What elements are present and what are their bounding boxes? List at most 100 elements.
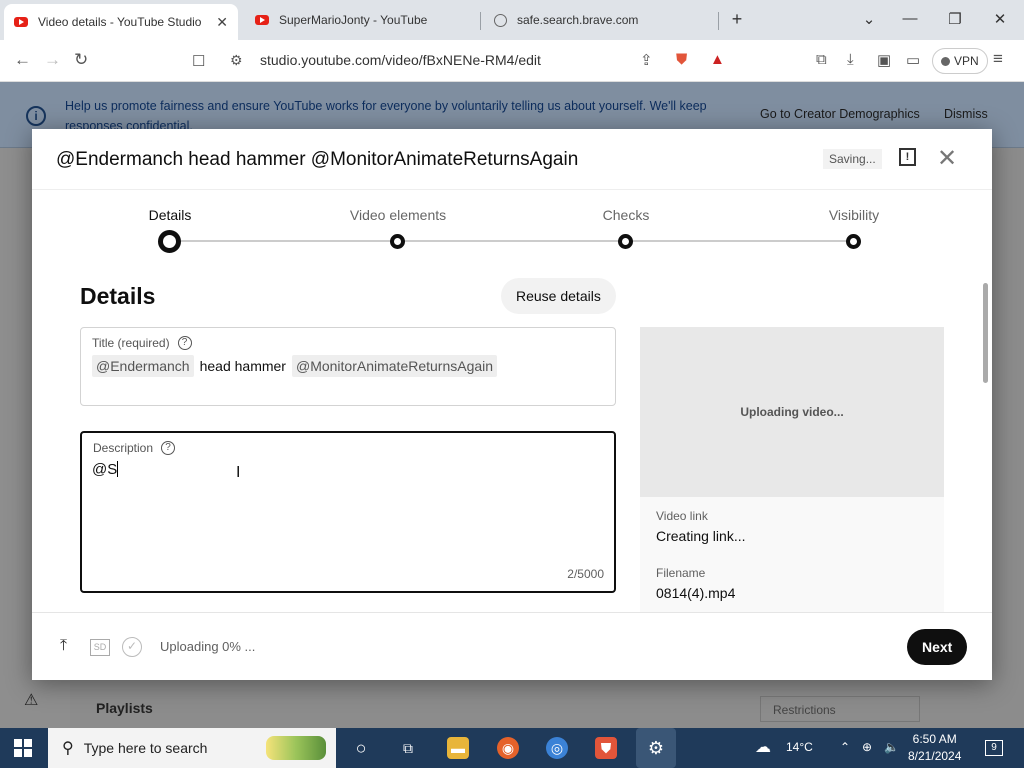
brave-shield-icon[interactable]: ⛊ [676, 51, 687, 68]
help-icon[interactable]: ? [161, 441, 176, 455]
vpn-button[interactable]: VPN [932, 48, 988, 74]
check-circle-icon: ✓ [122, 637, 142, 657]
notification-badge[interactable]: 9 [985, 740, 1003, 756]
dismiss-button[interactable]: Dismiss [944, 107, 988, 121]
extensions-icon[interactable]: ⧉ [816, 51, 827, 68]
volume-icon[interactable]: 🔈 [884, 740, 899, 754]
step-visibility-dot[interactable] [846, 234, 861, 249]
step-details-dot[interactable] [158, 230, 181, 253]
back-icon[interactable]: ← [14, 50, 31, 70]
video-link-value: Creating link... [656, 528, 746, 544]
upload-icon[interactable]: ⤒ [60, 637, 67, 655]
task-view-icon[interactable]: ⧉ [397, 737, 419, 759]
window-close-button[interactable]: ✕ [990, 10, 1010, 28]
wallet-icon[interactable]: ▭ [906, 51, 920, 69]
maximize-button[interactable]: ❐ [945, 10, 965, 28]
chrome-icon[interactable]: ◎ [546, 737, 568, 759]
download-icon[interactable]: ⤓ [847, 51, 854, 68]
reuse-details-button[interactable]: Reuse details [501, 278, 616, 314]
youtube-icon [255, 15, 269, 25]
brave-icon[interactable]: ⛊ [595, 737, 617, 759]
tray-chevron-icon[interactable]: ⌃ [840, 740, 850, 754]
feedback-icon[interactable]: ! [899, 148, 916, 166]
stepper-line [170, 240, 854, 242]
step-details-label[interactable]: Details [100, 207, 240, 223]
help-icon[interactable]: ? [177, 336, 192, 350]
text-cursor-icon: I [236, 464, 241, 481]
next-button[interactable]: Next [907, 629, 968, 665]
sidebar-icon[interactable]: ▣ [877, 51, 891, 69]
file-explorer-icon[interactable]: ▬ [447, 737, 469, 759]
title-input[interactable]: @Endermanch head hammer @MonitorAnimateR… [92, 355, 498, 377]
weather-icon[interactable]: ☁ [755, 737, 771, 757]
system-clock[interactable]: 6:50 AM 8/21/2024 [908, 731, 961, 765]
dialog-scrollbar[interactable] [981, 275, 990, 611]
description-input[interactable]: @S [92, 461, 119, 478]
settings-icon[interactable]: ⚙ [636, 728, 676, 768]
globe-icon [494, 13, 507, 27]
restrictions-field[interactable]: Restrictions [760, 696, 920, 722]
clock-date: 8/21/2024 [908, 749, 962, 763]
sd-badge: SD [90, 639, 110, 656]
creator-demographics-button[interactable]: Go to Creator Demographics [760, 107, 920, 121]
site-info-icon[interactable]: ⚙ [230, 52, 243, 69]
taskbar-search[interactable]: ⚲ Type here to search [48, 728, 336, 768]
reload-icon[interactable]: ↻ [74, 50, 88, 70]
tab-title: safe.search.brave.com [517, 13, 639, 27]
mention-chip[interactable]: @Endermanch [92, 355, 194, 377]
feedback-icon[interactable]: ⚠ [24, 690, 38, 710]
address-bar: ← → ↻ ☐ ⚙ studio.youtube.com/video/fBxNE… [0, 40, 1024, 82]
minimize-button[interactable]: — [900, 10, 920, 27]
filename-value: 0814(4).mp4 [656, 585, 736, 601]
dialog-title: @Endermanch head hammer @MonitorAnimateR… [56, 149, 579, 170]
url-field[interactable]: studio.youtube.com/video/fBxNENe-RM4/edi… [260, 52, 541, 68]
step-video-elements-label[interactable]: Video elements [328, 207, 468, 223]
tab-safe-search[interactable]: safe.search.brave.com [484, 4, 716, 36]
bookmark-icon[interactable]: ☐ [192, 52, 205, 70]
cortana-icon[interactable]: ○ [350, 737, 372, 759]
weather-temperature[interactable]: 14°C [786, 740, 813, 754]
windows-start-icon[interactable] [14, 739, 32, 757]
video-link-label: Video link [656, 509, 708, 523]
step-checks-label[interactable]: Checks [556, 207, 696, 223]
upload-stepper: Details Video elements Checks Visibility [32, 189, 992, 259]
tab-close-icon[interactable]: ✕ [216, 14, 228, 31]
share-icon[interactable]: ⇪ [640, 51, 653, 69]
video-thumbnail: Uploading video... [640, 327, 944, 497]
saving-status: Saving... [823, 149, 882, 169]
tab-search-chevron-icon[interactable]: ⌄ [859, 10, 879, 28]
brave-rewards-icon[interactable]: ▲ [710, 51, 725, 68]
video-preview-panel: Uploading video... Video link Creating l… [640, 327, 944, 612]
new-tab-button[interactable]: + [727, 9, 747, 30]
forward-icon[interactable]: → [44, 50, 61, 70]
text-caret [117, 461, 119, 477]
step-video-elements-dot[interactable] [390, 234, 405, 249]
description-field[interactable]: Description ? @S 2/5000 [80, 431, 616, 593]
scrollbar-thumb[interactable] [983, 283, 988, 383]
tab-separator [718, 12, 719, 30]
character-counter: 2/5000 [567, 567, 604, 581]
windows-taskbar: ⚲ Type here to search ○ ⧉ ▬ ◉ ◎ ⛊ ⚙ ☁ 14… [0, 728, 1024, 768]
dialog-footer: ⤒ SD ✓ Uploading 0% ... Next [32, 612, 992, 680]
step-visibility-label[interactable]: Visibility [784, 207, 924, 223]
playlists-heading: Playlists [96, 700, 153, 716]
description-label-text: Description [93, 441, 154, 455]
search-highlight-image [266, 736, 326, 760]
upload-preview-status: Uploading video... [740, 405, 844, 419]
tab-title: SuperMarioJonty - YouTube [279, 13, 428, 27]
youtube-icon [14, 17, 28, 27]
video-details-dialog: @Endermanch head hammer @MonitorAnimateR… [32, 129, 992, 680]
tab-video-details[interactable]: Video details - YouTube Studio ✕ [4, 4, 238, 40]
close-icon[interactable]: ✕ [937, 144, 957, 173]
menu-icon[interactable]: ≡ [993, 49, 1003, 69]
firefox-icon[interactable]: ◉ [497, 737, 519, 759]
description-text: @S [92, 461, 118, 478]
mention-chip[interactable]: @MonitorAnimateReturnsAgain [291, 355, 498, 377]
tab-title: Video details - YouTube Studio [38, 15, 202, 29]
title-field[interactable]: Title (required) ? @Endermanch head hamm… [80, 327, 616, 406]
details-content: Details Reuse details Title (required) ?… [32, 260, 992, 612]
upload-progress-text: Uploading 0% ... [160, 639, 256, 654]
network-icon[interactable]: ⊕ [862, 740, 872, 754]
step-checks-dot[interactable] [618, 234, 633, 249]
tab-supermariojonty[interactable]: SuperMarioJonty - YouTube [245, 4, 477, 36]
